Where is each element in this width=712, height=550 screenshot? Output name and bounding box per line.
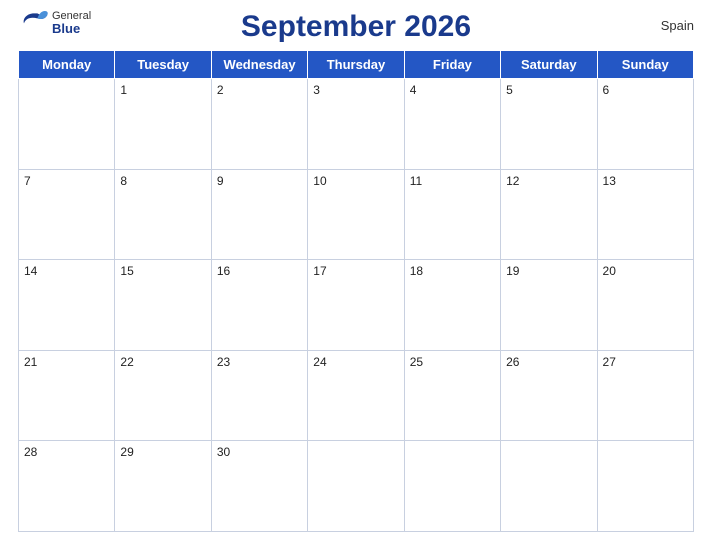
country-label: Spain <box>661 18 694 33</box>
day-cell: 9 <box>211 169 307 260</box>
day-cell: 11 <box>404 169 500 260</box>
day-cell <box>19 79 115 170</box>
calendar-header: General Blue September 2026 Spain <box>18 10 694 44</box>
day-cell: 17 <box>308 260 404 351</box>
header-tuesday: Tuesday <box>115 51 211 79</box>
day-cell: 16 <box>211 260 307 351</box>
day-cell: 3 <box>308 79 404 170</box>
logo-words: General Blue <box>52 10 91 36</box>
table-row: 1 2 3 4 5 6 <box>19 79 694 170</box>
table-row: 14 15 16 17 18 19 20 <box>19 260 694 351</box>
day-cell: 20 <box>597 260 693 351</box>
day-cell <box>597 441 693 532</box>
logo-area: General Blue <box>18 10 91 36</box>
day-cell: 7 <box>19 169 115 260</box>
header-monday: Monday <box>19 51 115 79</box>
day-cell: 26 <box>501 350 597 441</box>
month-title: September 2026 <box>18 10 694 44</box>
logo-bird-icon <box>18 10 50 30</box>
day-cell: 13 <box>597 169 693 260</box>
day-cell: 14 <box>19 260 115 351</box>
day-cell: 28 <box>19 441 115 532</box>
day-cell: 23 <box>211 350 307 441</box>
header-sunday: Sunday <box>597 51 693 79</box>
day-cell: 4 <box>404 79 500 170</box>
calendar-thead: Monday Tuesday Wednesday Thursday Friday… <box>19 51 694 79</box>
day-cell: 10 <box>308 169 404 260</box>
day-cell: 1 <box>115 79 211 170</box>
calendar-table: Monday Tuesday Wednesday Thursday Friday… <box>18 50 694 532</box>
day-cell: 6 <box>597 79 693 170</box>
header-thursday: Thursday <box>308 51 404 79</box>
day-cell: 12 <box>501 169 597 260</box>
day-cell <box>404 441 500 532</box>
days-header-row: Monday Tuesday Wednesday Thursday Friday… <box>19 51 694 79</box>
day-cell: 30 <box>211 441 307 532</box>
header-friday: Friday <box>404 51 500 79</box>
day-cell: 2 <box>211 79 307 170</box>
calendar-tbody: 1 2 3 4 5 6 7 8 9 10 11 12 13 14 15 16 <box>19 79 694 532</box>
day-cell: 25 <box>404 350 500 441</box>
table-row: 21 22 23 24 25 26 27 <box>19 350 694 441</box>
header-wednesday: Wednesday <box>211 51 307 79</box>
day-cell <box>308 441 404 532</box>
day-cell: 8 <box>115 169 211 260</box>
logo-container: General Blue <box>18 10 91 36</box>
day-cell: 29 <box>115 441 211 532</box>
day-cell: 15 <box>115 260 211 351</box>
day-cell: 27 <box>597 350 693 441</box>
day-cell: 24 <box>308 350 404 441</box>
day-cell: 21 <box>19 350 115 441</box>
day-cell: 19 <box>501 260 597 351</box>
day-cell <box>501 441 597 532</box>
day-cell: 22 <box>115 350 211 441</box>
table-row: 7 8 9 10 11 12 13 <box>19 169 694 260</box>
calendar-wrapper: General Blue September 2026 Spain Monday… <box>0 0 712 550</box>
header-saturday: Saturday <box>501 51 597 79</box>
day-cell: 18 <box>404 260 500 351</box>
table-row: 28 29 30 <box>19 441 694 532</box>
logo-blue-text: Blue <box>52 22 91 36</box>
day-cell: 5 <box>501 79 597 170</box>
